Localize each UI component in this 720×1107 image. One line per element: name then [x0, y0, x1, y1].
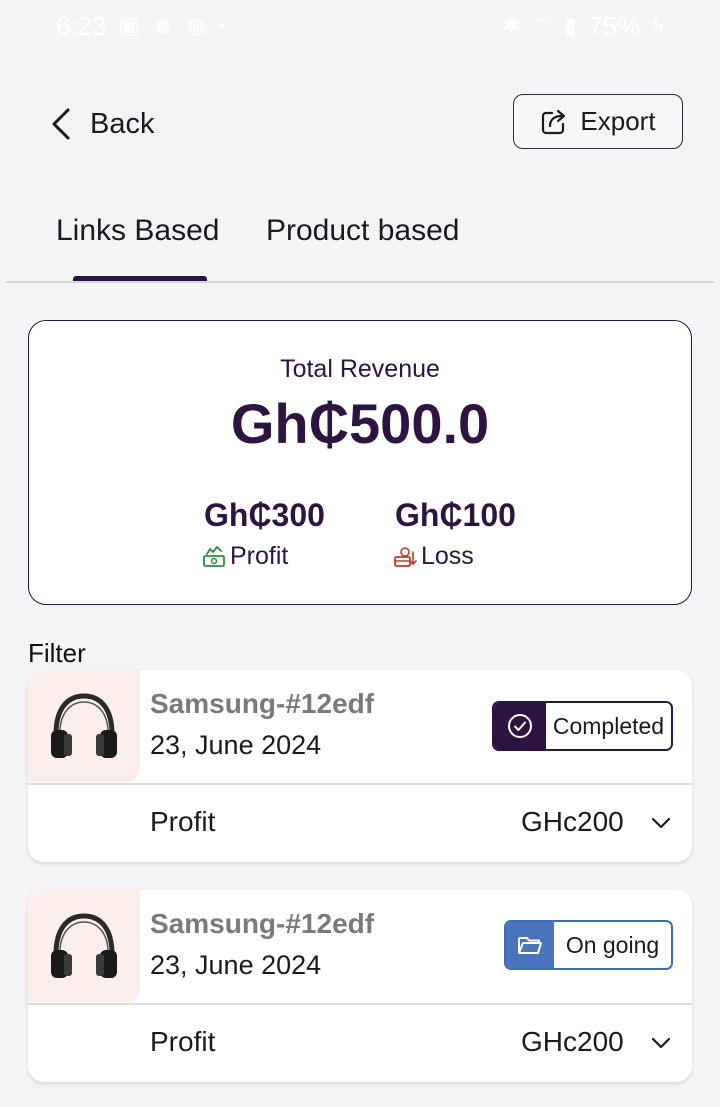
- tab-links-based[interactable]: Links Based: [56, 214, 219, 248]
- status-badge-ongoing: On going: [504, 920, 673, 970]
- status-left: 6:23 ▣ ☻ ◍ •: [56, 11, 225, 42]
- badge-icon-box: [506, 922, 554, 968]
- profit-row-label: Profit: [150, 1026, 216, 1057]
- check-circle-icon: [508, 714, 532, 738]
- export-button[interactable]: Export: [513, 94, 683, 149]
- loss-label: Loss: [421, 542, 474, 570]
- badge-icon-box: [494, 703, 546, 749]
- profit-money-icon: [203, 545, 225, 567]
- status-time: 6:23: [56, 10, 107, 41]
- headphones-icon: [51, 693, 117, 758]
- export-icon: [542, 109, 566, 134]
- tabs-divider: [6, 281, 714, 283]
- signal-icon: ▮: [564, 13, 577, 38]
- profit-row-label: Profit: [150, 806, 216, 837]
- status-right: ✱ ◠ ▮ 75% ϟ: [503, 11, 664, 42]
- status-badge-completed: Completed: [492, 701, 673, 751]
- order-date: 23, June 2024: [150, 730, 322, 760]
- snapchat-icon: ☻: [151, 13, 175, 38]
- folder-open-icon: [518, 937, 542, 954]
- total-revenue-value: Gh₵500.0: [230, 392, 490, 455]
- card-divider: [28, 783, 692, 785]
- gallery-icon: ▣: [118, 13, 140, 38]
- battery-percent: 75%: [588, 10, 641, 41]
- profit-amount: Gh₵300: [204, 497, 325, 533]
- order-title: Samsung-#12edf: [150, 908, 375, 939]
- profit-sub: Profit: [202, 542, 325, 571]
- total-revenue-label: Total Revenue: [280, 355, 440, 383]
- card-divider: [28, 1003, 692, 1005]
- back-button[interactable]: Back: [48, 100, 154, 148]
- product-thumbnail: [28, 670, 140, 782]
- wifi-icon: ◠: [532, 13, 553, 38]
- globe-icon: ◍: [186, 13, 206, 38]
- status-text: On going: [554, 922, 671, 968]
- bluetooth-icon: ✱: [502, 13, 521, 38]
- product-thumbnail: [28, 890, 140, 1002]
- dot-icon: •: [217, 13, 226, 38]
- profit-label: Profit: [230, 542, 289, 570]
- order-card[interactable]: Samsung-#12edf 23, June 2024 Completed P…: [28, 670, 692, 862]
- charging-icon: ϟ: [652, 13, 664, 38]
- loss-sub: Loss: [393, 542, 516, 571]
- order-card[interactable]: Samsung-#12edf 23, June 2024 On going Pr…: [28, 890, 692, 1082]
- filter-button[interactable]: Filter: [28, 638, 86, 669]
- headphones-icon: [51, 913, 117, 978]
- profit-row-value: GHc200: [521, 806, 624, 837]
- status-bar: 6:23 ▣ ☻ ◍ • ✱ ◠ ▮ 75% ϟ: [0, 0, 720, 52]
- status-text: Completed: [546, 703, 671, 749]
- revenue-card: Total Revenue Gh₵500.0 Gh₵300 Profit Gh₵…: [28, 320, 692, 605]
- top-bar: Back Export: [0, 90, 720, 154]
- tab-product-based[interactable]: Product based: [266, 214, 459, 248]
- back-label: Back: [90, 107, 155, 140]
- loss-stat: Gh₵100 Loss: [393, 497, 516, 571]
- chevron-down-icon[interactable]: [648, 1030, 674, 1056]
- order-date: 23, June 2024: [150, 950, 322, 980]
- export-label: Export: [580, 106, 656, 136]
- order-title: Samsung-#12edf: [150, 688, 375, 719]
- loss-amount: Gh₵100: [395, 497, 516, 533]
- profit-stat: Gh₵300 Profit: [202, 497, 325, 571]
- loss-money-icon: [394, 546, 417, 567]
- chevron-down-icon[interactable]: [648, 810, 674, 836]
- chevron-left-icon: [52, 108, 70, 140]
- profit-row-value: GHc200: [521, 1026, 624, 1057]
- tab-bar: Links Based Product based: [0, 200, 720, 282]
